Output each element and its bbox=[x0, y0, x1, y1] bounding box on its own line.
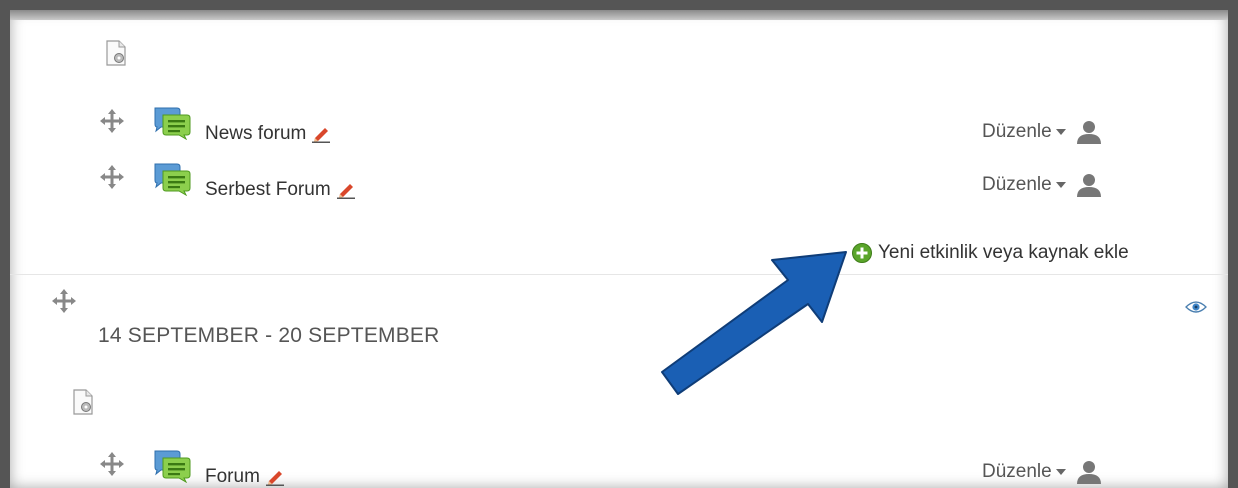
edit-menu-news-forum[interactable]: Düzenle bbox=[982, 120, 1102, 144]
eye-icon[interactable] bbox=[1185, 300, 1207, 314]
user-role-icon[interactable] bbox=[1076, 173, 1102, 197]
activity-link-serbest-forum[interactable]: Serbest Forum bbox=[205, 179, 355, 201]
activity-link-news-forum[interactable]: News forum bbox=[205, 123, 331, 145]
screenshot-frame: News forum Düzenle Serbest Forum Düzenle… bbox=[0, 0, 1238, 488]
edit-menu-label[interactable]: Düzenle bbox=[982, 121, 1052, 143]
move-icon[interactable] bbox=[100, 452, 124, 476]
section-summary-icon[interactable] bbox=[105, 40, 127, 66]
chevron-down-icon[interactable] bbox=[1055, 469, 1066, 475]
activity-name[interactable]: Forum bbox=[205, 466, 260, 488]
section-divider bbox=[10, 274, 1228, 275]
activity-link-forum[interactable]: Forum bbox=[205, 466, 284, 488]
user-role-icon[interactable] bbox=[1076, 120, 1102, 144]
section-move-icon[interactable] bbox=[52, 289, 76, 313]
activity-name[interactable]: Serbest Forum bbox=[205, 179, 331, 201]
edit-menu-forum[interactable]: Düzenle bbox=[982, 460, 1102, 484]
chevron-down-icon[interactable] bbox=[1055, 182, 1066, 188]
add-plus-icon[interactable] bbox=[852, 243, 872, 263]
section-summary-icon[interactable] bbox=[72, 389, 94, 415]
edit-title-pencil-icon[interactable] bbox=[265, 468, 284, 486]
edit-menu-serbest-forum[interactable]: Düzenle bbox=[982, 173, 1102, 197]
move-icon[interactable] bbox=[100, 109, 124, 133]
edit-menu-label[interactable]: Düzenle bbox=[982, 174, 1052, 196]
annotation-arrow bbox=[661, 251, 847, 395]
user-role-icon[interactable] bbox=[1076, 460, 1102, 484]
add-activity-label[interactable]: Yeni etkinlik veya kaynak ekle bbox=[878, 242, 1129, 264]
section-title: 14 SEPTEMBER - 20 SEPTEMBER bbox=[98, 324, 440, 347]
forum-icon[interactable] bbox=[153, 106, 191, 140]
forum-icon[interactable] bbox=[153, 162, 191, 196]
edit-title-pencil-icon[interactable] bbox=[312, 125, 331, 143]
forum-icon[interactable] bbox=[153, 449, 191, 483]
edit-menu-label[interactable]: Düzenle bbox=[982, 461, 1052, 483]
course-page: News forum Düzenle Serbest Forum Düzenle… bbox=[10, 10, 1228, 488]
move-icon[interactable] bbox=[100, 165, 124, 189]
add-activity-or-resource-link[interactable]: Yeni etkinlik veya kaynak ekle bbox=[852, 242, 1129, 264]
edit-title-pencil-icon[interactable] bbox=[336, 181, 355, 199]
activity-name[interactable]: News forum bbox=[205, 123, 306, 145]
chevron-down-icon[interactable] bbox=[1055, 129, 1066, 135]
